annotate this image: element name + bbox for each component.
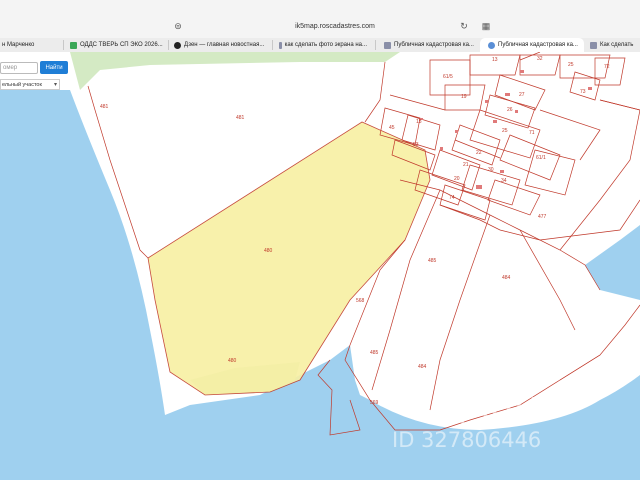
tab-3[interactable]: как сделать фото экрана на... bbox=[279, 38, 367, 52]
tab-4[interactable]: Публичная кадастровая ка... bbox=[384, 38, 476, 52]
parcel-label[interactable]: 26 bbox=[507, 107, 513, 113]
tab-6[interactable]: Как сделать bbox=[590, 38, 640, 52]
parcel-label[interactable]: 25 bbox=[568, 62, 574, 68]
parcel-label[interactable]: 45 bbox=[389, 125, 395, 131]
parcel-label[interactable]: 480 bbox=[228, 358, 237, 364]
parcel-label[interactable]: 72 bbox=[604, 64, 610, 70]
watermark-logo-text: циан bbox=[440, 383, 539, 427]
cadastral-map[interactable]: 481 481 480 480 61/5 13 32 25 72 19 27 7… bbox=[0, 52, 640, 480]
parcel-label[interactable]: 480 bbox=[264, 248, 273, 254]
parcel-label[interactable]: 481 bbox=[236, 115, 245, 121]
parcel-label[interactable]: 25 bbox=[502, 128, 508, 134]
parcel-label[interactable]: 485 bbox=[370, 350, 379, 356]
parcel-label[interactable]: 484 bbox=[502, 275, 511, 281]
globe-icon bbox=[488, 41, 495, 49]
parcel-label[interactable]: 53 bbox=[413, 142, 419, 148]
object-type-value: ельный участок bbox=[2, 81, 42, 88]
parcel-label[interactable]: 21 bbox=[463, 162, 469, 168]
parcel-label[interactable]: 13 bbox=[492, 57, 498, 63]
site-favicon-icon bbox=[590, 41, 597, 49]
site-favicon-icon bbox=[174, 41, 181, 49]
find-button[interactable]: Найти bbox=[40, 61, 68, 74]
tab-2[interactable]: Дзен — главная новостная... bbox=[174, 38, 266, 52]
parcel-label[interactable]: 34 bbox=[501, 178, 507, 184]
url-text: ik5map.roscadastres.com bbox=[295, 22, 375, 30]
tab-label: Публичная кадастровая ка... bbox=[498, 42, 578, 48]
chevron-down-icon: ▾ bbox=[53, 82, 57, 88]
cadastral-number-search-input[interactable]: омер bbox=[0, 62, 38, 74]
parcel-label[interactable]: 485 bbox=[428, 258, 437, 264]
object-type-select[interactable]: ельный участок ▾ bbox=[0, 79, 60, 90]
tab-5-active[interactable]: Публичная кадастровая ка... bbox=[480, 38, 584, 52]
parcel-label[interactable]: 27 bbox=[519, 92, 525, 98]
tab-label: н Марченко bbox=[2, 42, 35, 48]
site-favicon-icon bbox=[384, 41, 391, 49]
parcel-label[interactable]: 481 bbox=[100, 104, 109, 110]
parcel-label[interactable]: 32 bbox=[537, 56, 543, 62]
tab-label: ОДДС ТВЕРЬ СП ЭКО 2026... bbox=[80, 42, 163, 48]
tab-label: Публичная кадастровая ка... bbox=[394, 42, 474, 48]
site-favicon-icon bbox=[70, 41, 77, 49]
parcel-label[interactable]: 484 bbox=[418, 364, 427, 370]
parcel-label[interactable]: 22 bbox=[476, 150, 482, 156]
tab-bar: н Марченко ОДДС ТВЕРЬ СП ЭКО 2026... Дзе… bbox=[0, 38, 640, 53]
parcel-label[interactable]: 568 bbox=[356, 298, 365, 304]
parcel-label[interactable]: 73 bbox=[580, 89, 586, 95]
site-favicon-icon bbox=[279, 41, 282, 49]
address-bar[interactable]: ik5map.roscadastres.com bbox=[170, 17, 500, 35]
parcel-label[interactable]: 477 bbox=[538, 214, 547, 220]
watermark-id: ID 327806446 bbox=[392, 428, 541, 452]
tab-label: Дзен — главная новостная... bbox=[184, 42, 265, 48]
tab-0[interactable]: н Марченко bbox=[2, 38, 60, 52]
tab-1[interactable]: ОДДС ТВЕРЬ СП ЭКО 2026... bbox=[70, 38, 165, 52]
parcel-label[interactable]: 20 bbox=[454, 176, 460, 182]
browser-toolbar: ⊜ ik5map.roscadastres.com ↻ ▦ bbox=[0, 0, 640, 38]
parcel-label[interactable]: 71 bbox=[529, 130, 535, 136]
map-canvas[interactable]: 481 481 480 480 61/5 13 32 25 72 19 27 7… bbox=[0, 52, 640, 480]
tab-overview-icon[interactable]: ▦ bbox=[480, 20, 492, 32]
parcel-label[interactable]: 61/5 bbox=[443, 74, 453, 80]
parcel-label[interactable]: 30 bbox=[488, 167, 494, 173]
tab-label: как сделать фото экрана на... bbox=[284, 42, 367, 48]
search-placeholder: омер bbox=[3, 65, 18, 71]
parcel-label[interactable]: 18 bbox=[416, 119, 422, 125]
parcel-label[interactable]: 569 bbox=[370, 400, 379, 406]
parcel-label[interactable]: 61/1 bbox=[536, 155, 546, 161]
tab-label: Как сделать bbox=[600, 42, 634, 48]
parcel-label[interactable]: 74 bbox=[449, 195, 455, 201]
reload-icon[interactable]: ↻ bbox=[458, 20, 470, 32]
parcel-label[interactable]: 19 bbox=[461, 94, 467, 100]
